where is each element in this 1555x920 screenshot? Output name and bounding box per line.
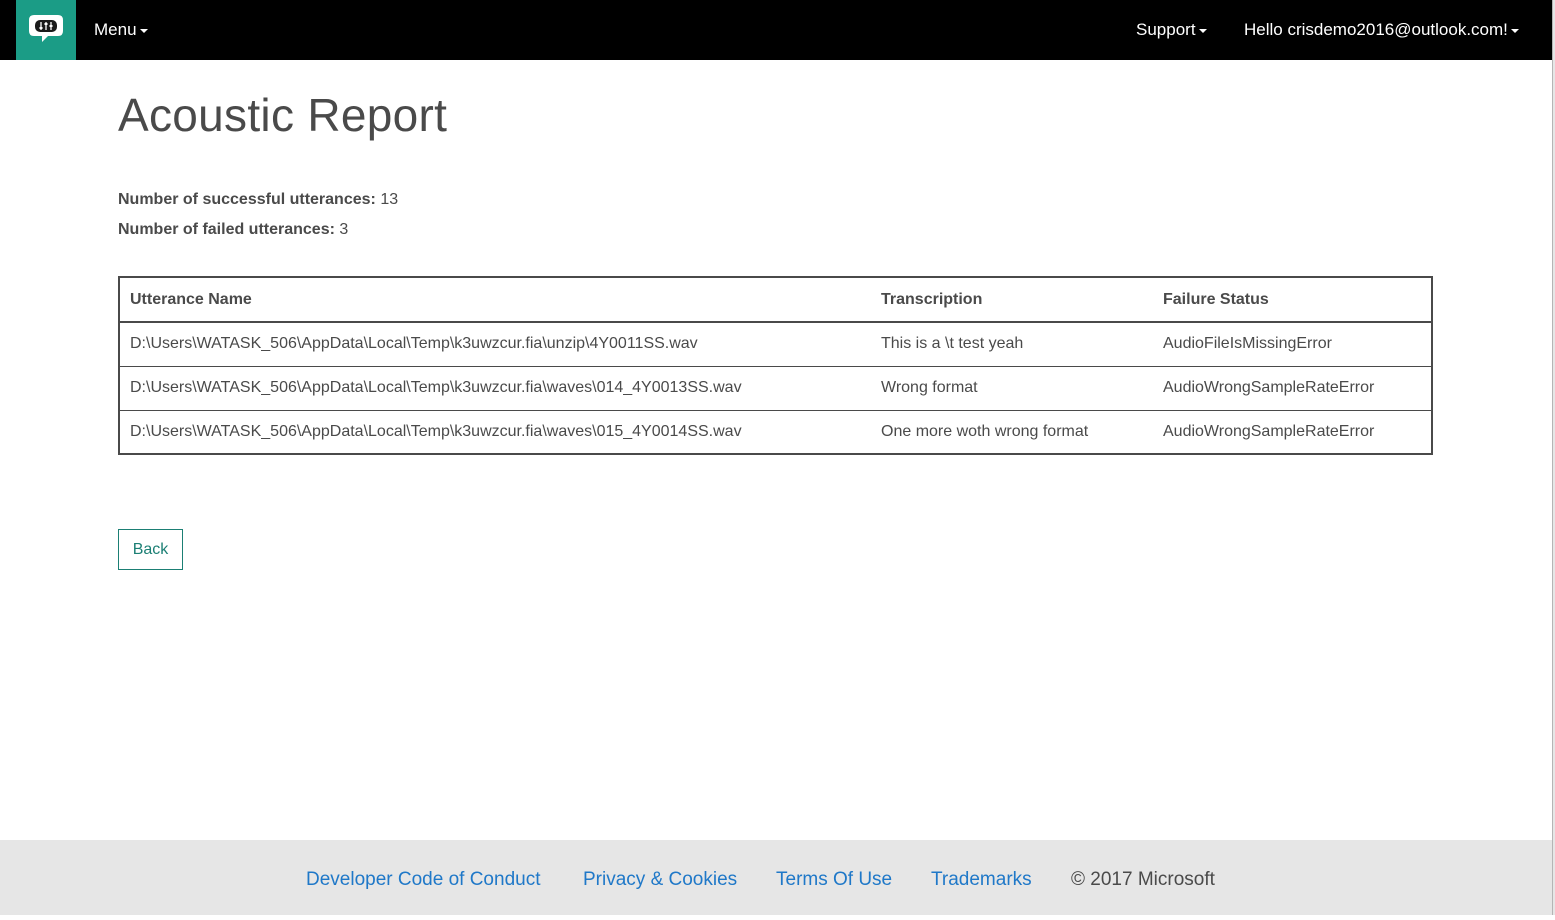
copyright-text: © 2017 Microsoft	[1071, 869, 1215, 890]
successful-utterances-label: Number of successful utterances:	[118, 191, 376, 208]
table-row: D:\Users\WATASK_506\AppData\Local\Temp\k…	[119, 366, 1432, 411]
table-row: D:\Users\WATASK_506\AppData\Local\Temp\k…	[119, 410, 1432, 454]
table-row: D:\Users\WATASK_506\AppData\Local\Temp\k…	[119, 322, 1432, 367]
caret-down-icon	[1510, 28, 1519, 33]
speech-bubble-equalizer-icon	[29, 15, 63, 42]
header-failure-status: Failure Status	[1153, 277, 1432, 323]
page-title: Acoustic Report	[118, 89, 448, 141]
successful-utterances-stat: Number of successful utterances: 13	[118, 191, 398, 209]
transcription-cell: This is a \t test yeah	[871, 322, 1153, 367]
menu-dropdown[interactable]: Menu	[94, 0, 148, 60]
user-dropdown[interactable]: Hello crisdemo2016@outlook.com!	[1244, 0, 1519, 60]
privacy-cookies-link[interactable]: Privacy & Cookies	[583, 840, 737, 920]
top-navbar: Menu Support Hello crisdemo2016@outlook.…	[0, 0, 1555, 60]
header-transcription: Transcription	[871, 277, 1153, 323]
utterance-name-cell: D:\Users\WATASK_506\AppData\Local\Temp\k…	[119, 366, 871, 411]
back-button[interactable]: Back	[118, 529, 183, 570]
failed-utterances-stat: Number of failed utterances: 3	[118, 221, 348, 239]
table-header-row: Utterance Name Transcription Failure Sta…	[119, 277, 1432, 323]
footer: Developer Code of Conduct Privacy & Cook…	[0, 840, 1552, 915]
header-utterance-name: Utterance Name	[119, 277, 871, 323]
support-dropdown[interactable]: Support	[1136, 0, 1207, 60]
acoustic-report-table: Utterance Name Transcription Failure Sta…	[118, 276, 1433, 455]
caret-down-icon	[1198, 28, 1207, 33]
terms-of-use-link[interactable]: Terms Of Use	[776, 840, 892, 920]
menu-label: Menu	[94, 20, 137, 39]
support-label: Support	[1136, 20, 1196, 39]
trademarks-link[interactable]: Trademarks	[931, 840, 1032, 920]
failure-status-cell: AudioWrongSampleRateError	[1153, 366, 1432, 411]
failed-utterances-label: Number of failed utterances:	[118, 221, 335, 238]
utterance-name-cell: D:\Users\WATASK_506\AppData\Local\Temp\k…	[119, 322, 871, 367]
caret-down-icon	[139, 28, 148, 33]
transcription-cell: One more woth wrong format	[881, 422, 1089, 440]
logo[interactable]	[16, 0, 76, 60]
user-greeting: Hello crisdemo2016@outlook.com!	[1244, 20, 1508, 39]
failed-utterances-value: 3	[339, 221, 349, 238]
successful-utterances-value: 13	[380, 191, 399, 208]
transcription-cell: Wrong format	[871, 366, 1153, 411]
developer-code-of-conduct-link[interactable]: Developer Code of Conduct	[306, 840, 540, 920]
failure-status-cell: AudioWrongSampleRateError	[1163, 422, 1375, 440]
utterance-name-cell: D:\Users\WATASK_506\AppData\Local\Temp\k…	[130, 422, 742, 440]
failure-status-cell: AudioFileIsMissingError	[1153, 322, 1432, 367]
